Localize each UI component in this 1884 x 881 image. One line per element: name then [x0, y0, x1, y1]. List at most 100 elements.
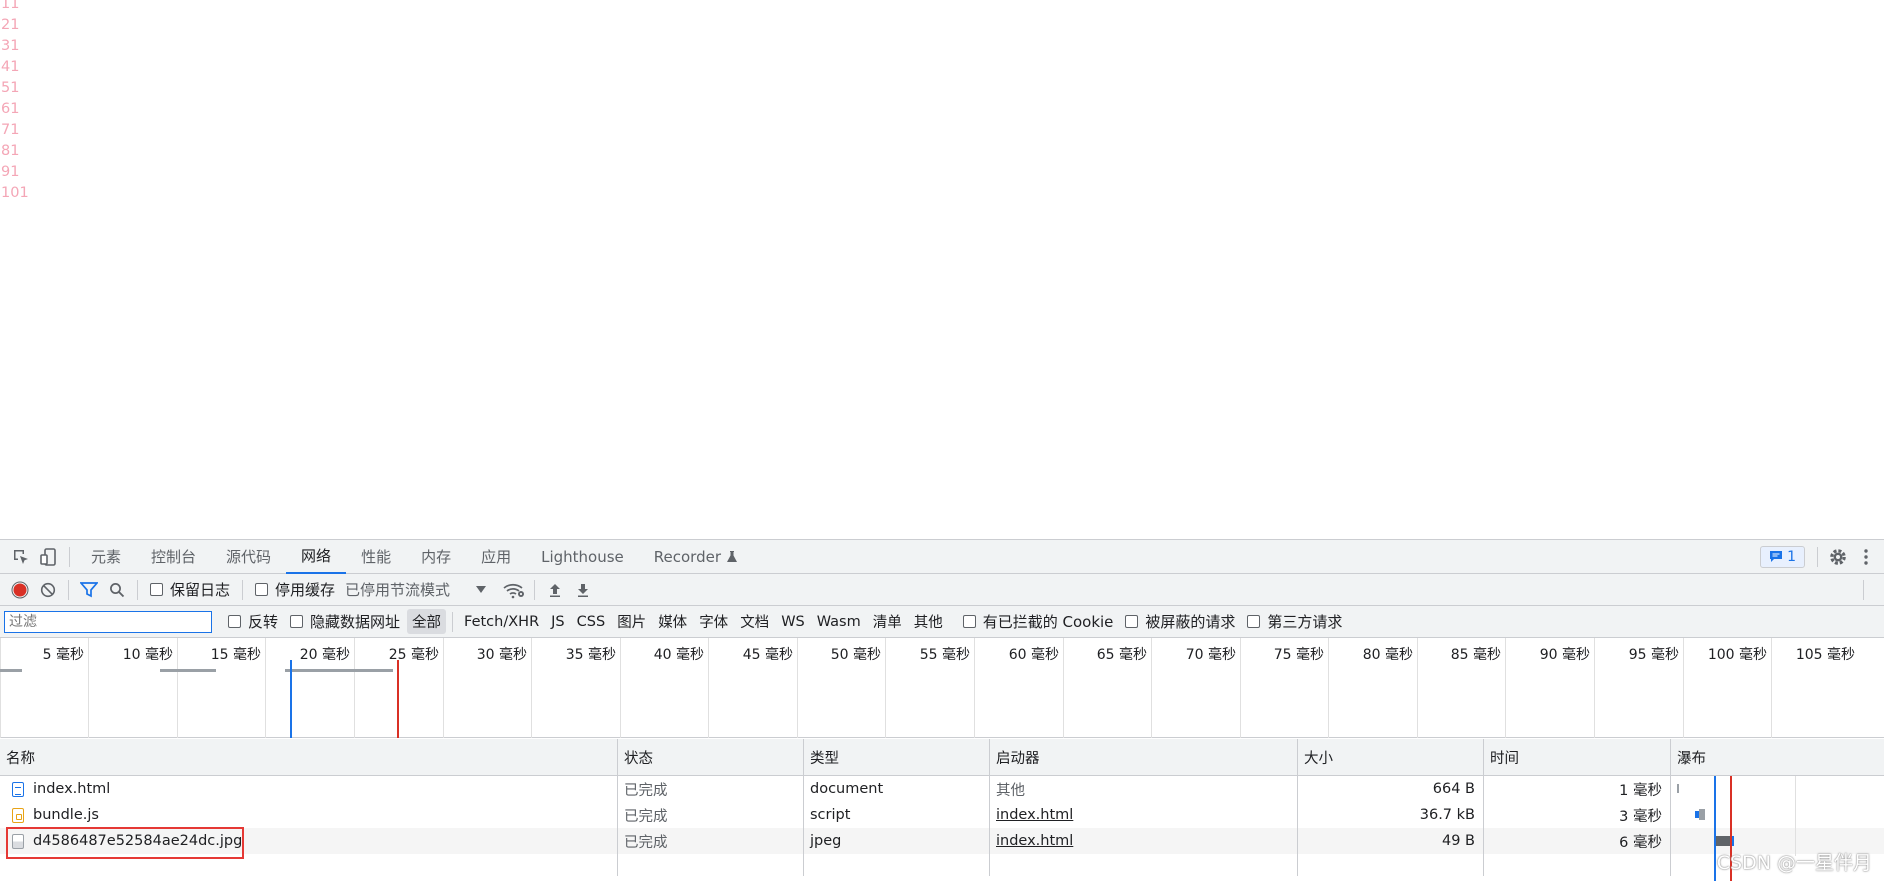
network-conditions-wifi-icon[interactable] — [500, 576, 528, 604]
tab-network[interactable]: 网络 — [286, 540, 347, 574]
invert-checkbox[interactable]: 反转 — [228, 611, 278, 632]
request-table-header: 名称 状态 类型 启动器 大小 时间 瀑布 — [0, 739, 1884, 776]
filter-type-wasm[interactable]: Wasm — [812, 612, 866, 632]
hide-data-urls-checkbox[interactable]: 隐藏数据网址 — [290, 611, 400, 632]
column-header-waterfall[interactable]: 瀑布 — [1670, 739, 1884, 775]
checkbox-box[interactable] — [228, 615, 241, 628]
filler-cell — [0, 854, 617, 876]
third-party-label: 第三方请求 — [1267, 613, 1343, 631]
more-options-icon[interactable] — [1852, 543, 1880, 571]
disable-cache-checkbox[interactable]: 停用缓存 — [255, 579, 335, 600]
timeline-tick: 15 毫秒 — [177, 638, 265, 738]
number-item: 81 — [1, 143, 20, 159]
checkbox-box[interactable] — [290, 615, 304, 628]
request-time: 1 毫秒 — [1483, 776, 1670, 802]
tab-console[interactable]: 控制台 — [136, 540, 211, 574]
table-row[interactable]: d4586487e52584ae24dc.jpg 已完成 jpeg index.… — [0, 828, 1884, 854]
filter-type-ws[interactable]: WS — [776, 612, 810, 632]
number-list: 11 21 31 41 51 61 71 81 91 101 — [1, 0, 29, 204]
image-file-icon — [12, 833, 24, 849]
third-party-checkbox[interactable]: 第三方请求 — [1247, 611, 1342, 632]
table-row[interactable]: bundle.js 已完成 script index.html 36.7 kB … — [0, 802, 1884, 828]
request-name-cell[interactable]: index.html — [0, 776, 617, 802]
record-icon[interactable] — [6, 576, 34, 604]
filter-type-font[interactable]: 字体 — [694, 609, 733, 634]
timeline-tick-label: 40 毫秒 — [653, 647, 704, 663]
load-event-marker — [397, 660, 399, 738]
checkbox-box[interactable] — [255, 583, 269, 596]
request-initiator: 其他 — [989, 776, 1297, 802]
number-item: 21 — [1, 17, 20, 33]
filter-type-media[interactable]: 媒体 — [653, 609, 692, 634]
filter-type-other[interactable]: 其他 — [909, 609, 948, 634]
inspect-element-icon[interactable] — [7, 543, 35, 571]
divider — [137, 579, 138, 600]
column-header-status[interactable]: 状态 — [617, 739, 803, 775]
request-name: d4586487e52584ae24dc.jpg — [33, 833, 243, 849]
request-name: bundle.js — [33, 807, 99, 823]
column-header-type[interactable]: 类型 — [803, 739, 989, 775]
checkbox-box[interactable] — [1247, 615, 1261, 628]
timeline-tick-label: 35 毫秒 — [565, 647, 616, 663]
timeline-tick-label: 80 毫秒 — [1362, 647, 1413, 663]
tab-sources[interactable]: 源代码 — [211, 540, 286, 574]
table-row[interactable]: index.html 已完成 document 其他 664 B 1 毫秒 — [0, 776, 1884, 802]
request-initiator-link[interactable]: index.html — [989, 802, 1297, 828]
timeline-tick-label: 50 毫秒 — [830, 647, 881, 663]
checkbox-box[interactable] — [962, 615, 976, 628]
settings-gear-icon[interactable] — [1824, 543, 1852, 571]
checkbox-box[interactable] — [150, 583, 163, 596]
number-item: 61 — [1, 101, 20, 117]
timeline-tick-label: 70 毫秒 — [1185, 647, 1236, 663]
timeline-tick: 10 毫秒 — [88, 638, 177, 738]
page-content: 11 21 31 41 51 61 71 81 91 101 — [0, 0, 1884, 539]
timeline-tick: 40 毫秒 — [620, 638, 708, 738]
blocked-requests-checkbox[interactable]: 被屏蔽的请求 — [1125, 611, 1235, 632]
tab-memory[interactable]: 内存 — [406, 540, 466, 574]
tab-performance[interactable]: 性能 — [346, 540, 406, 574]
tab-lighthouse[interactable]: Lighthouse — [526, 540, 639, 574]
blocked-cookies-checkbox[interactable]: 有已拦截的 Cookie — [962, 611, 1114, 632]
dom-content-loaded-marker — [290, 660, 292, 738]
tab-recorder[interactable]: Recorder — [639, 540, 753, 574]
search-icon[interactable] — [103, 576, 131, 604]
column-header-initiator[interactable]: 启动器 — [989, 739, 1297, 775]
document-file-icon — [12, 781, 24, 797]
tab-application[interactable]: 应用 — [466, 540, 526, 574]
filter-input[interactable] — [4, 610, 212, 633]
request-name-cell[interactable]: bundle.js — [0, 802, 617, 828]
request-name-cell[interactable]: d4586487e52584ae24dc.jpg — [0, 828, 617, 854]
preserve-log-checkbox[interactable]: 保留日志 — [150, 579, 230, 600]
checkbox-box[interactable] — [1125, 615, 1139, 628]
filter-funnel-icon[interactable] — [75, 576, 103, 604]
blocked-cookies-label: 有已拦截的 Cookie — [982, 613, 1114, 631]
chevron-down-icon — [476, 585, 487, 593]
column-header-size[interactable]: 大小 — [1297, 739, 1483, 775]
network-overview-timeline[interactable]: 5 毫秒 10 毫秒 15 毫秒 20 毫秒 25 毫秒 30 毫秒 35 毫秒… — [0, 638, 1884, 738]
timeline-tick: 35 毫秒 — [531, 638, 620, 738]
filter-type-fetch-xhr[interactable]: Fetch/XHR — [459, 612, 544, 632]
filler-cell — [617, 854, 803, 876]
device-toolbar-icon[interactable] — [35, 543, 63, 571]
timeline-tick-label: 10 毫秒 — [122, 647, 173, 663]
filter-type-all[interactable]: 全部 — [407, 609, 447, 634]
tab-elements[interactable]: 元素 — [76, 540, 136, 574]
filter-type-css[interactable]: CSS — [572, 612, 611, 632]
timeline-tick: 30 毫秒 — [443, 638, 531, 738]
number-item: 71 — [1, 122, 20, 138]
filter-type-js[interactable]: JS — [546, 612, 569, 632]
import-har-upload-icon[interactable] — [541, 576, 569, 604]
filter-type-doc[interactable]: 文档 — [735, 609, 774, 634]
column-header-name[interactable]: 名称 — [0, 739, 617, 775]
timeline-tick: 55 毫秒 — [885, 638, 974, 738]
request-initiator-link[interactable]: index.html — [989, 828, 1297, 854]
filter-type-img[interactable]: 图片 — [612, 609, 651, 634]
messages-badge[interactable]: 1 — [1760, 545, 1805, 568]
clear-icon[interactable] — [34, 576, 62, 604]
filter-type-manifest[interactable]: 清单 — [868, 609, 907, 634]
timeline-tick: 5 毫秒 — [0, 638, 88, 738]
column-header-time[interactable]: 时间 — [1483, 739, 1670, 775]
request-status: 已完成 — [617, 776, 803, 802]
throttling-select[interactable]: 已停用节流模式 — [345, 579, 487, 600]
export-har-download-icon[interactable] — [569, 576, 597, 604]
